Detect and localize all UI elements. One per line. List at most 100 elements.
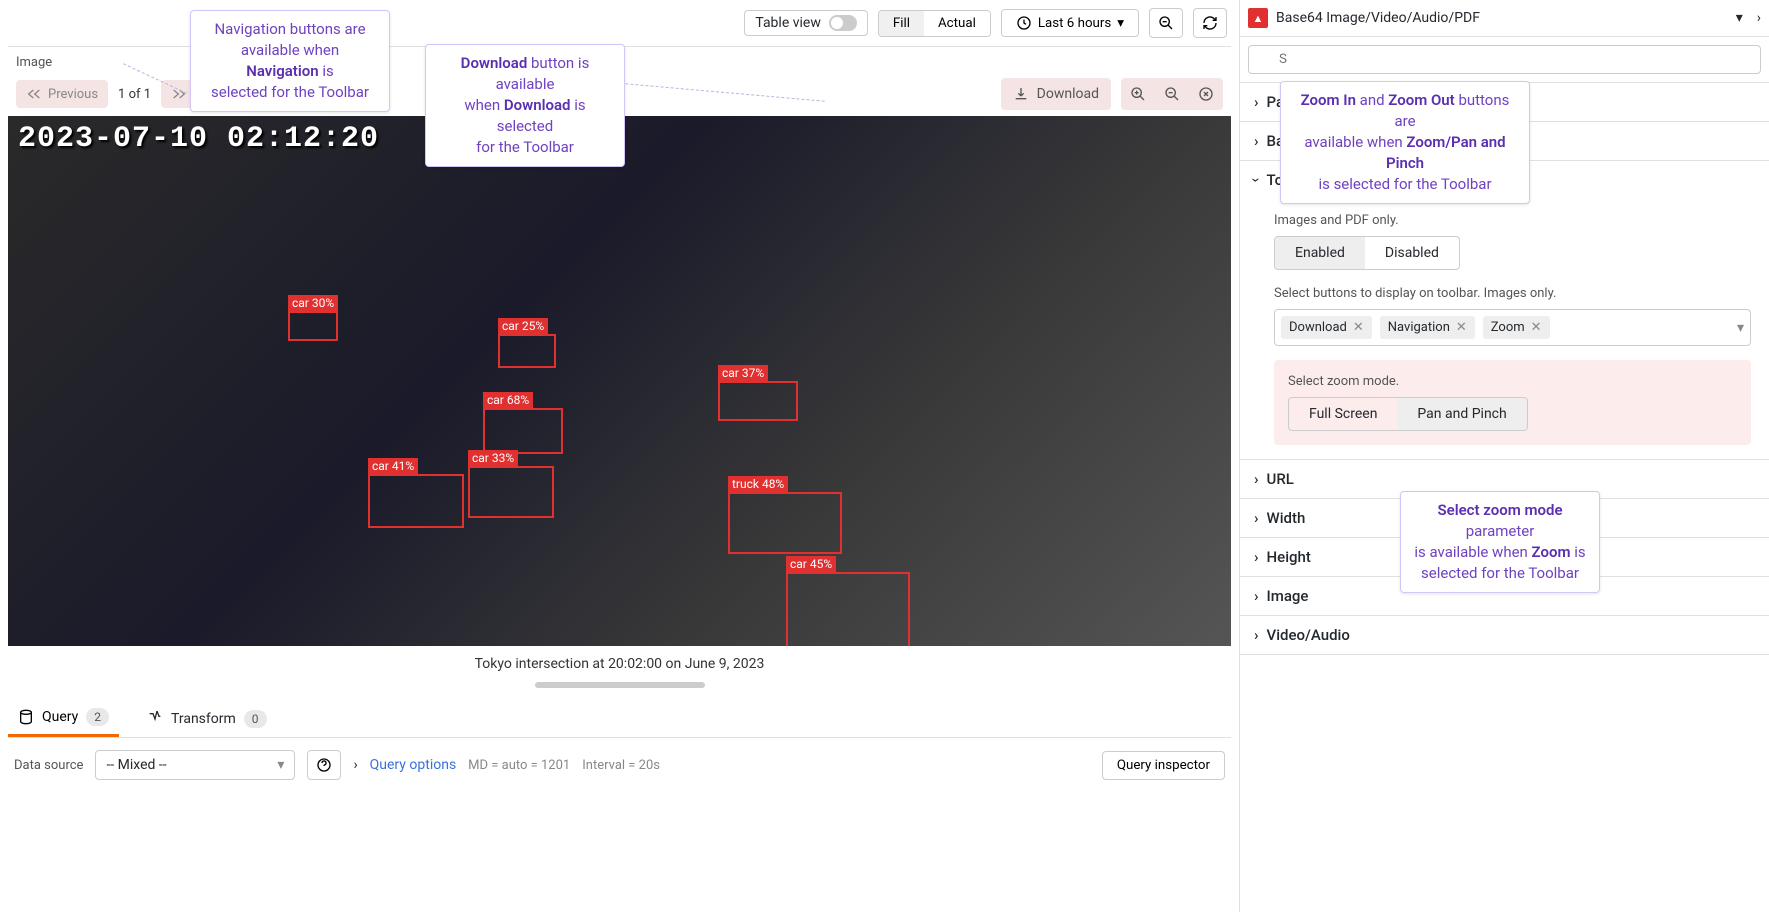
chip-label: Zoom (1491, 320, 1525, 335)
toggle-switch[interactable] (829, 15, 857, 31)
zoom-out-time-button[interactable] (1149, 8, 1183, 38)
callout-navigation: Navigation buttons are available when Na… (190, 10, 390, 112)
toolbar-disabled-option[interactable]: Disabled (1365, 237, 1459, 269)
callout-zoom: Zoom In and Zoom Out buttons are availab… (1280, 81, 1530, 204)
actual-button[interactable]: Actual (924, 11, 990, 36)
detection-label: car 37% (718, 365, 768, 381)
detection-box: car 41% (368, 474, 464, 528)
detection-box: car 45% (786, 572, 910, 646)
detection-label: car 45% (786, 556, 836, 572)
section-toolbar: › Toolbar Images and PDF only. Enabled D… (1240, 161, 1769, 460)
magnify-minus-icon (1164, 86, 1180, 102)
chevron-down-icon[interactable]: ▾ (1736, 10, 1743, 26)
detection-label: car 25% (498, 318, 548, 334)
detection-box: car 68% (483, 408, 563, 454)
datasource-value: -- Mixed -- (106, 757, 166, 773)
section-video-header[interactable]: › Video/Audio (1240, 616, 1769, 654)
tab-query-label: Query (42, 709, 78, 725)
download-button[interactable]: Download (1001, 78, 1111, 110)
detection-label: car 30% (288, 295, 338, 311)
detection-box: truck 48% (728, 492, 842, 554)
refresh-icon (1202, 15, 1218, 31)
image-viewport[interactable]: 2023-07-10 02:12:20 car 30% car 25% car 37… (8, 116, 1231, 646)
zoom-fullscreen-option[interactable]: Full Screen (1289, 398, 1397, 430)
image-timestamp: 2023-07-10 02:12:20 (18, 122, 379, 156)
datasource-help-button[interactable] (307, 750, 341, 780)
download-label: Download (1037, 86, 1099, 102)
chevron-right-icon[interactable]: › (1757, 10, 1761, 26)
chip-label: Navigation (1388, 320, 1450, 335)
detection-label: car 68% (483, 392, 533, 408)
chevron-down-icon: ▾ (1117, 16, 1124, 31)
chip-label: Download (1289, 320, 1347, 335)
datasource-select[interactable]: -- Mixed -- (95, 750, 295, 780)
magnify-minus-icon (1158, 15, 1174, 31)
previous-label: Previous (48, 87, 98, 102)
query-inspector-button[interactable]: Query inspector (1102, 751, 1225, 780)
chip-remove-icon[interactable]: ✕ (1456, 320, 1467, 335)
table-view-toggle[interactable]: Table view (744, 10, 868, 36)
detection-box: car 37% (718, 381, 798, 421)
plugin-title: Base64 Image/Video/Audio/PDF (1276, 10, 1728, 26)
zoom-panpinch-option[interactable]: Pan and Pinch (1397, 398, 1526, 430)
zoom-mode-label: Select zoom mode. (1288, 374, 1737, 389)
query-options-link[interactable]: Query options (370, 757, 457, 773)
query-interval-info: Interval = 20s (582, 758, 660, 773)
detection-box: car 30% (288, 311, 338, 341)
image-background (8, 116, 1231, 646)
detection-label: car 41% (368, 458, 418, 474)
chip-remove-icon[interactable]: ✕ (1353, 320, 1364, 335)
toolbar-chip[interactable]: Navigation ✕ (1380, 316, 1475, 339)
section-width: › Width Select zoom mode parameter is av… (1240, 499, 1769, 538)
rewind-icon (26, 86, 42, 102)
zoom-mode-block: Select zoom mode. Full Screen Pan and Pi… (1274, 360, 1751, 445)
fill-button[interactable]: Fill (879, 11, 924, 36)
close-circle-icon (1198, 86, 1214, 102)
detection-label: car 33% (468, 450, 518, 466)
download-icon (1013, 86, 1029, 102)
toolbar-select-label: Select buttons to display on toolbar. Im… (1274, 286, 1751, 301)
detection-label: truck 48% (728, 476, 788, 492)
transform-icon (147, 711, 163, 727)
chip-remove-icon[interactable]: ✕ (1531, 320, 1542, 335)
right-search-bar (1240, 37, 1769, 83)
horizontal-scrollbar[interactable] (535, 682, 705, 688)
zoom-out-button[interactable] (1157, 80, 1187, 108)
nav-counter: 1 of 1 (118, 87, 151, 102)
toolbar-note: Images and PDF only. (1274, 213, 1751, 228)
clock-icon (1016, 15, 1032, 31)
database-icon (18, 709, 34, 725)
detection-box: car 33% (468, 466, 554, 518)
section-video: › Video/Audio (1240, 616, 1769, 655)
query-options-chevron[interactable]: › (353, 757, 357, 773)
previous-button[interactable]: Previous (16, 80, 108, 108)
query-settings-row: Data source -- Mixed -- › Query options … (8, 738, 1231, 792)
table-view-label: Table view (755, 15, 821, 31)
toolbar-chip[interactable]: Zoom ✕ (1483, 316, 1550, 339)
query-tabs: Query 2 Transform 0 (8, 696, 1231, 738)
refresh-button[interactable] (1193, 8, 1227, 38)
magnify-plus-icon (1130, 86, 1146, 102)
zoom-mode-segment: Full Screen Pan and Pinch (1288, 397, 1528, 431)
tab-query-count: 2 (86, 708, 109, 726)
image-caption: Tokyo intersection at 20:02:00 on June 9… (8, 646, 1231, 682)
zoom-reset-button[interactable] (1191, 80, 1221, 108)
plugin-icon: ▲ (1248, 8, 1268, 28)
toolbar-buttons-multiselect[interactable]: Download ✕ Navigation ✕ Zoom ✕ ▾ (1274, 309, 1751, 346)
toolbar-chip[interactable]: Download ✕ (1281, 316, 1372, 339)
tab-query[interactable]: Query 2 (8, 700, 119, 737)
fill-actual-group: Fill Actual (878, 10, 991, 37)
chevron-down-icon: ▾ (1737, 320, 1744, 336)
tab-transform[interactable]: Transform 0 (137, 702, 277, 736)
time-range-button[interactable]: Last 6 hours ▾ (1002, 10, 1138, 36)
query-md-info: MD = auto = 1201 (468, 758, 570, 773)
time-range-picker[interactable]: Last 6 hours ▾ (1001, 9, 1139, 37)
datasource-label: Data source (14, 758, 83, 773)
options-search-input[interactable] (1248, 45, 1761, 74)
callout-zoom-mode: Select zoom mode parameter is available … (1400, 491, 1600, 593)
right-header: ▲ Base64 Image/Video/Audio/PDF ▾ › (1240, 0, 1769, 37)
zoom-buttons (1121, 78, 1223, 110)
zoom-in-button[interactable] (1123, 80, 1153, 108)
tab-transform-count: 0 (244, 710, 267, 728)
toolbar-enabled-option[interactable]: Enabled (1275, 237, 1365, 269)
